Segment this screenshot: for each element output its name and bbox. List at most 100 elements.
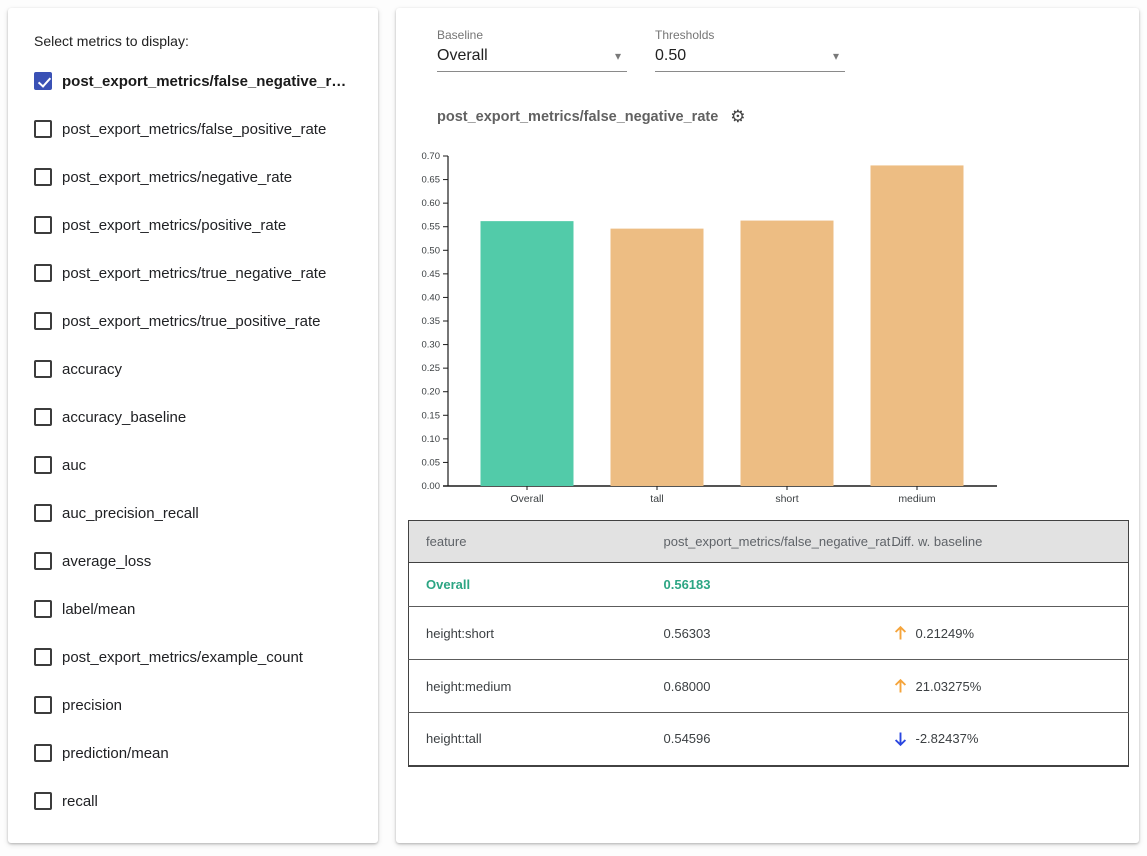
svg-text:0.45: 0.45 (422, 269, 441, 280)
svg-text:0.00: 0.00 (422, 481, 441, 492)
metric-label: accuracy (62, 361, 122, 378)
metric-list-item[interactable]: post_export_metrics/true_negative_rate (8, 249, 378, 297)
metric-list-item[interactable]: post_export_metrics/true_positive_rate (8, 297, 378, 345)
feature-cell: height:medium (409, 660, 647, 713)
chart-title: post_export_metrics/false_negative_rate (437, 109, 718, 125)
metric-label: post_export_metrics/example_count (62, 649, 303, 666)
diff-value: 21.03275% (916, 679, 982, 694)
bar-Overall[interactable] (481, 221, 574, 486)
metric-label: post_export_metrics/negative_rate (62, 169, 292, 186)
metric-label: average_loss (62, 553, 151, 570)
svg-text:0.40: 0.40 (422, 292, 441, 303)
unchecked-checkbox-icon[interactable] (34, 600, 52, 618)
metrics-table-wrap: featurepost_export_metrics/false_negativ… (408, 520, 1128, 767)
controls-bar: Baseline Overall ▾ Thresholds 0.50 ▾ (437, 28, 845, 72)
svg-text:0.15: 0.15 (422, 410, 441, 421)
x-tick-label: tall (650, 493, 663, 505)
svg-text:0.20: 0.20 (422, 387, 441, 398)
chevron-down-icon: ▾ (615, 49, 627, 63)
table-row[interactable]: height:medium0.68000 21.03275% (409, 660, 1129, 713)
svg-text:0.50: 0.50 (422, 245, 441, 256)
baseline-select[interactable]: Baseline Overall ▾ (437, 28, 627, 72)
metric-label: recall (62, 793, 98, 810)
metrics-table: featurepost_export_metrics/false_negativ… (408, 520, 1129, 767)
feature-cell: height:tall (409, 713, 647, 766)
svg-text:0.65: 0.65 (422, 175, 441, 186)
thresholds-select[interactable]: Thresholds 0.50 ▾ (655, 28, 845, 72)
metric-list-item[interactable]: auc (8, 441, 378, 489)
table-row[interactable]: Overall0.56183 (409, 563, 1129, 607)
unchecked-checkbox-icon[interactable] (34, 648, 52, 666)
arrow-down-icon (892, 730, 909, 748)
metric-list: post_export_metrics/false_negative_r…pos… (8, 57, 378, 825)
metric-list-item[interactable]: auc_precision_recall (8, 489, 378, 537)
unchecked-checkbox-icon[interactable] (34, 792, 52, 810)
baseline-value: Overall (437, 47, 488, 65)
metric-list-item[interactable]: label/mean (8, 585, 378, 633)
svg-text:0.25: 0.25 (422, 363, 441, 374)
metric-list-item[interactable]: prediction/mean (8, 729, 378, 777)
metric-list-item[interactable]: post_export_metrics/positive_rate (8, 201, 378, 249)
metric-list-item[interactable]: recall (8, 777, 378, 825)
svg-text:0.60: 0.60 (422, 198, 441, 209)
metric-label: post_export_metrics/positive_rate (62, 217, 286, 234)
svg-text:0.55: 0.55 (422, 222, 441, 233)
thresholds-value: 0.50 (655, 47, 686, 65)
unchecked-checkbox-icon[interactable] (34, 216, 52, 234)
metric-list-item[interactable]: post_export_metrics/negative_rate (8, 153, 378, 201)
metric-bar-chart: 0.000.050.100.150.200.250.300.350.400.45… (404, 148, 1024, 514)
metric-label: accuracy_baseline (62, 409, 186, 426)
gear-icon[interactable]: ⚙ (730, 108, 745, 125)
table-row[interactable]: height:tall0.54596-2.82437% (409, 713, 1129, 766)
table-row[interactable]: height:short0.563030.21249% (409, 607, 1129, 660)
svg-text:0.10: 0.10 (422, 434, 441, 445)
thresholds-label: Thresholds (655, 28, 845, 42)
metric-list-item[interactable]: post_export_metrics/false_positive_rate (8, 105, 378, 153)
metric-value-cell: 0.68000 (647, 660, 875, 713)
baseline-label: Baseline (437, 28, 627, 42)
x-tick-label: medium (898, 493, 936, 505)
unchecked-checkbox-icon[interactable] (34, 264, 52, 282)
unchecked-checkbox-icon[interactable] (34, 408, 52, 426)
sidebar-title: Select metrics to display: (34, 33, 189, 49)
metric-value-cell: 0.56303 (647, 607, 875, 660)
metric-list-item[interactable]: accuracy (8, 345, 378, 393)
diff-cell: 0.21249% (875, 607, 1129, 660)
x-tick-label: Overall (510, 493, 543, 505)
unchecked-checkbox-icon[interactable] (34, 312, 52, 330)
metric-value-cell: 0.54596 (647, 713, 875, 766)
bar-medium[interactable] (871, 165, 964, 486)
unchecked-checkbox-icon[interactable] (34, 360, 52, 378)
feature-cell: Overall (409, 563, 647, 607)
unchecked-checkbox-icon[interactable] (34, 552, 52, 570)
metric-list-item[interactable]: accuracy_baseline (8, 393, 378, 441)
table-header-cell: Diff. w. baseline (875, 521, 1129, 563)
unchecked-checkbox-icon[interactable] (34, 168, 52, 186)
metric-label: prediction/mean (62, 745, 169, 762)
metric-list-item[interactable]: average_loss (8, 537, 378, 585)
metric-label: label/mean (62, 601, 135, 618)
arrow-up-icon (892, 624, 909, 642)
unchecked-checkbox-icon[interactable] (34, 120, 52, 138)
unchecked-checkbox-icon[interactable] (34, 744, 52, 762)
metric-list-item[interactable]: post_export_metrics/false_negative_r… (8, 57, 378, 105)
diff-cell: -2.82437% (875, 713, 1129, 766)
arrow-up-icon (892, 677, 909, 695)
metric-list-item[interactable]: post_export_metrics/example_count (8, 633, 378, 681)
unchecked-checkbox-icon[interactable] (34, 504, 52, 522)
table-header-cell: feature (409, 521, 647, 563)
metric-list-item[interactable]: precision (8, 681, 378, 729)
x-tick-label: short (775, 493, 798, 505)
bar-short[interactable] (741, 221, 834, 486)
metrics-panel: Baseline Overall ▾ Thresholds 0.50 ▾ pos… (396, 8, 1139, 843)
checked-checkbox-icon[interactable] (34, 72, 52, 90)
chevron-down-icon: ▾ (833, 49, 845, 63)
metric-label: post_export_metrics/true_negative_rate (62, 265, 326, 282)
diff-cell (875, 563, 1129, 607)
metric-label: post_export_metrics/true_positive_rate (62, 313, 320, 330)
unchecked-checkbox-icon[interactable] (34, 696, 52, 714)
unchecked-checkbox-icon[interactable] (34, 456, 52, 474)
metric-label: post_export_metrics/false_negative_r… (62, 73, 346, 90)
diff-value: 0.21249% (916, 626, 975, 641)
bar-tall[interactable] (611, 229, 704, 486)
